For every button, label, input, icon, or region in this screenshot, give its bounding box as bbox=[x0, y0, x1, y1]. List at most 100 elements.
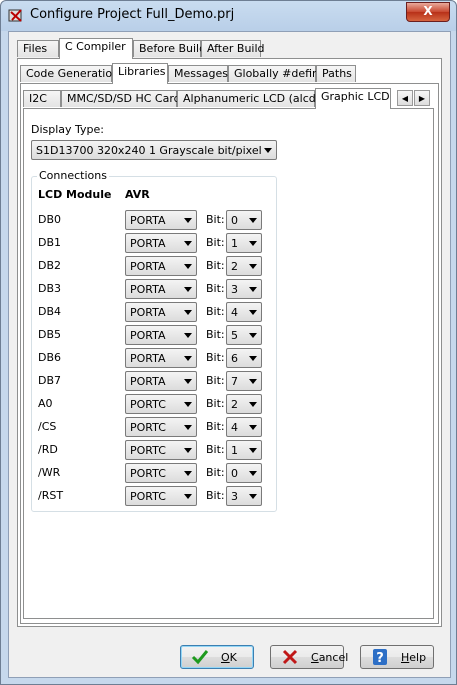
bit-label: Bit: bbox=[206, 397, 225, 410]
tab-after-build[interactable]: After Build bbox=[201, 40, 265, 57]
bit-select[interactable]: 3 bbox=[226, 279, 262, 299]
bit-select[interactable]: 3 bbox=[226, 486, 262, 506]
connections-group: Connections LCD Module AVR DB0 PORTA Bit: 0… bbox=[31, 169, 277, 512]
ok-button[interactable]: OK bbox=[180, 645, 254, 669]
tab-scroll-left-icon[interactable]: ◀ bbox=[397, 90, 413, 106]
bit-label: Bit: bbox=[206, 374, 225, 387]
chevron-down-icon bbox=[249, 356, 257, 361]
chevron-down-icon bbox=[249, 471, 257, 476]
libraries-panel: I2C MMC/SD/SD HC Card Alphanumeric LCD (… bbox=[20, 83, 439, 624]
bit-select[interactable]: 0 bbox=[226, 463, 262, 483]
tab-libraries[interactable]: Libraries bbox=[112, 63, 168, 84]
chevron-down-icon bbox=[184, 356, 192, 361]
port-select[interactable]: PORTA bbox=[125, 325, 197, 345]
port-select[interactable]: PORTA bbox=[125, 371, 197, 391]
configure-project-window: Configure Project Full_Demo.prj X Files … bbox=[0, 0, 457, 685]
chevron-down-icon bbox=[249, 494, 257, 499]
help-button[interactable]: ? Help bbox=[360, 645, 434, 669]
chevron-down-icon bbox=[184, 218, 192, 223]
port-select[interactable]: PORTA bbox=[125, 348, 197, 368]
bit-label: Bit: bbox=[206, 443, 225, 456]
lcd-module-label: /CS bbox=[38, 420, 57, 433]
bit-value: 4 bbox=[231, 306, 238, 319]
port-value: PORTC bbox=[130, 467, 166, 480]
chevron-down-icon bbox=[264, 148, 272, 153]
bit-select[interactable]: 0 bbox=[226, 210, 262, 230]
chevron-down-icon bbox=[249, 310, 257, 315]
display-type-select[interactable]: S1D13700 320x240 1 Grayscale bit/pixel bbox=[31, 140, 277, 160]
chevron-down-icon bbox=[184, 494, 192, 499]
chevron-down-icon bbox=[184, 241, 192, 246]
bit-value: 2 bbox=[231, 260, 238, 273]
close-button[interactable]: X bbox=[406, 2, 450, 22]
lcd-module-label: /RST bbox=[38, 489, 64, 502]
cancel-button[interactable]: Cancel bbox=[270, 645, 348, 669]
tab-graphic-lcd[interactable]: Graphic LCD bbox=[315, 88, 391, 109]
port-select[interactable]: PORTC bbox=[125, 417, 197, 437]
port-select[interactable]: PORTC bbox=[125, 463, 197, 483]
lcd-module-label: DB3 bbox=[38, 282, 62, 295]
bit-select[interactable]: 1 bbox=[226, 233, 262, 253]
dialog-client: Files C Compiler Before Build After Buil… bbox=[8, 31, 451, 678]
tab-alphanumeric-lcd[interactable]: Alphanumeric LCD (alcd.h) bbox=[177, 90, 330, 107]
bit-select[interactable]: 6 bbox=[226, 348, 262, 368]
chevron-down-icon bbox=[184, 402, 192, 407]
port-select[interactable]: PORTA bbox=[125, 279, 197, 299]
tab-globally-define[interactable]: Globally #define bbox=[228, 65, 326, 82]
lcd-module-label: DB4 bbox=[38, 305, 62, 318]
title-bar[interactable]: Configure Project Full_Demo.prj X bbox=[1, 1, 456, 31]
chevron-down-icon bbox=[184, 287, 192, 292]
chevron-down-icon bbox=[184, 379, 192, 384]
compiler-tabs: Code Generation Libraries Messages Globa… bbox=[20, 63, 440, 84]
bit-value: 1 bbox=[231, 444, 238, 457]
tab-messages[interactable]: Messages bbox=[168, 65, 228, 82]
bit-select[interactable]: 4 bbox=[226, 417, 262, 437]
tab-mmc-sd-card[interactable]: MMC/SD/SD HC Card bbox=[61, 90, 181, 107]
tab-scroll-right-icon[interactable]: ▶ bbox=[414, 90, 430, 106]
bit-select[interactable]: 4 bbox=[226, 302, 262, 322]
port-select[interactable]: PORTC bbox=[125, 394, 197, 414]
cancel-label: Cancel bbox=[311, 651, 349, 664]
bit-select[interactable]: 1 bbox=[226, 440, 262, 460]
chevron-down-icon bbox=[249, 218, 257, 223]
port-select[interactable]: PORTC bbox=[125, 440, 197, 460]
port-select[interactable]: PORTA bbox=[125, 256, 197, 276]
port-select[interactable]: PORTA bbox=[125, 210, 197, 230]
chevron-down-icon bbox=[249, 448, 257, 453]
lcd-module-label: A0 bbox=[38, 397, 53, 410]
bit-value: 3 bbox=[231, 490, 238, 503]
bit-label: Bit: bbox=[206, 328, 225, 341]
chevron-down-icon bbox=[184, 448, 192, 453]
chevron-down-icon bbox=[249, 402, 257, 407]
bit-label: Bit: bbox=[206, 236, 225, 249]
bit-value: 6 bbox=[231, 352, 238, 365]
tab-scroll-arrows: ◀ ▶ bbox=[397, 90, 431, 106]
app-icon bbox=[8, 9, 22, 22]
port-value: PORTA bbox=[130, 375, 166, 388]
port-select[interactable]: PORTC bbox=[125, 486, 197, 506]
port-select[interactable]: PORTA bbox=[125, 302, 197, 322]
tab-paths[interactable]: Paths bbox=[316, 65, 356, 82]
chevron-down-icon bbox=[184, 471, 192, 476]
tab-i2c[interactable]: I2C bbox=[23, 90, 61, 107]
bit-select[interactable]: 7 bbox=[226, 371, 262, 391]
tab-files[interactable]: Files bbox=[17, 40, 59, 57]
port-select[interactable]: PORTA bbox=[125, 233, 197, 253]
port-value: PORTA bbox=[130, 352, 166, 365]
tab-before-build[interactable]: Before Build bbox=[133, 40, 206, 57]
bit-select[interactable]: 2 bbox=[226, 394, 262, 414]
c-compiler-panel: Code Generation Libraries Messages Globa… bbox=[17, 58, 442, 627]
chevron-down-icon bbox=[249, 425, 257, 430]
lcd-module-label: DB1 bbox=[38, 236, 62, 249]
bit-select[interactable]: 5 bbox=[226, 325, 262, 345]
tab-c-compiler[interactable]: C Compiler bbox=[59, 38, 133, 59]
graphic-lcd-panel: Display Type: S1D13700 320x240 1 Graysca… bbox=[23, 108, 434, 619]
chevron-down-icon bbox=[249, 333, 257, 338]
main-tabs: Files C Compiler Before Build After Buil… bbox=[17, 38, 437, 59]
tab-code-generation[interactable]: Code Generation bbox=[20, 65, 119, 82]
display-type-value: S1D13700 320x240 1 Grayscale bit/pixel bbox=[36, 144, 262, 157]
bit-value: 0 bbox=[231, 214, 238, 227]
lcd-module-label: DB6 bbox=[38, 351, 62, 364]
lcd-module-label: /WR bbox=[38, 466, 61, 479]
bit-select[interactable]: 2 bbox=[226, 256, 262, 276]
